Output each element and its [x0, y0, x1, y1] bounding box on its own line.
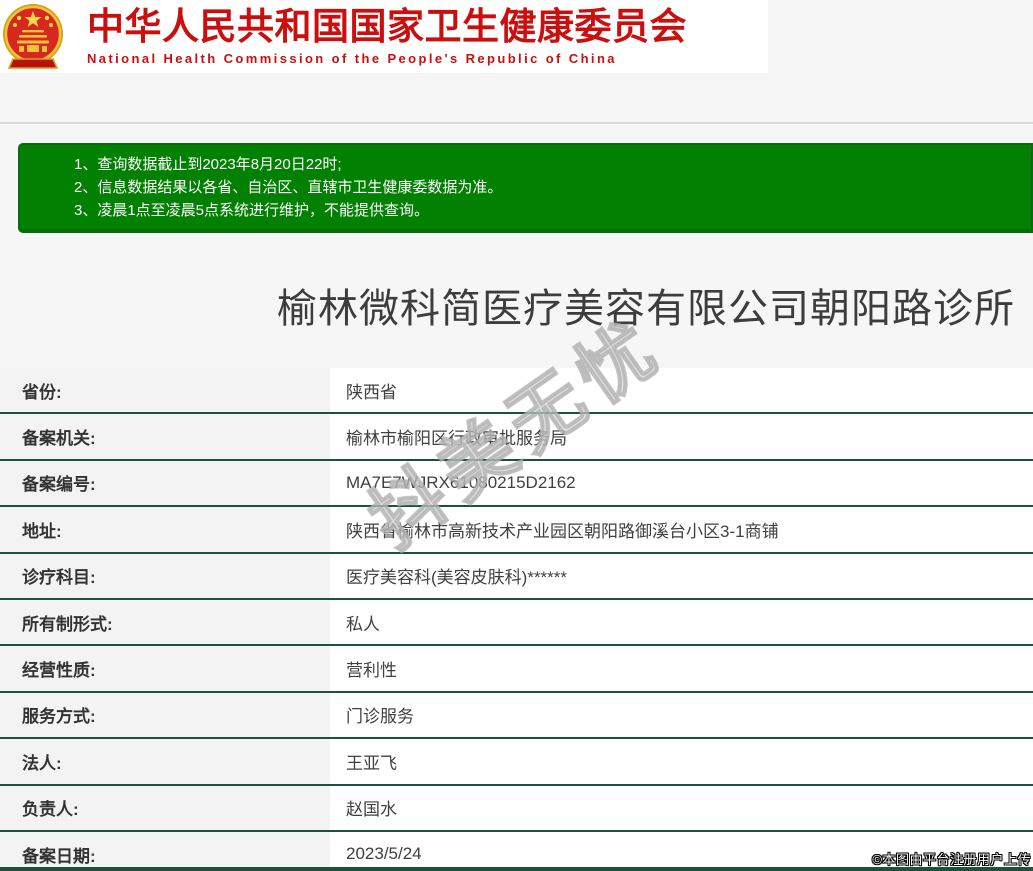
header-titles: 中华人民共和国国家卫生健康委员会 National Health Commiss… [87, 7, 687, 66]
page: 中华人民共和国国家卫生健康委员会 National Health Commiss… [0, 0, 1033, 871]
field-value: 榆林市榆阳区行政审批服务局 [346, 429, 567, 449]
field-label: 服务方式: [0, 692, 330, 738]
field-value: MA7E7WJRX61080215D2162 [346, 472, 576, 492]
notice-line: 2、信息数据结果以各省、自治区、直辖市卫生健康委数据为准。 [74, 179, 503, 196]
field-label: 诊疗科目: [0, 553, 330, 598]
table-row: 法人: 王亚飞 [0, 739, 1033, 786]
field-value: 王亚飞 [346, 753, 397, 773]
table-row: 经营性质: 营利性 [0, 646, 1033, 693]
table-row: 地址: 陕西省榆林市高新技术产业园区朝阳路御溪台小区3-1商铺 [0, 507, 1033, 554]
china-national-emblem-icon [3, 3, 63, 69]
field-label: 省份: [0, 368, 330, 413]
site-title-english: National Health Commission of the People… [87, 50, 617, 66]
site-header[interactable]: 中华人民共和国国家卫生健康委员会 National Health Commiss… [0, 0, 768, 73]
notice-box: 1、查询数据截止到2023年8月20日22时; 2、信息数据结果以各省、自治区、直… [18, 143, 1033, 233]
table-row: 负责人: 赵国水 [0, 785, 1033, 832]
field-value: 赵国水 [346, 800, 397, 820]
record-table: 省份: 陕西省 备案机关: 榆林市榆阳区行政审批服务局 备案编号: MA7E7WJRX61… [0, 368, 1033, 871]
record-title: 榆林微科简医疗美容有限公司朝阳路诊所 [277, 287, 1015, 331]
field-label: 备案机关: [0, 414, 330, 459]
field-value: 门诊服务 [346, 707, 414, 727]
photo-credit-watermark: ©本图由平台注册用户上传 [872, 852, 1031, 867]
notice-line: 3、凌晨1点至凌晨5点系统进行维护，不能提供查询。 [74, 202, 430, 219]
site-title-chinese: 中华人民共和国国家卫生健康委员会 [87, 6, 687, 48]
field-label: 法人: [0, 739, 330, 784]
field-label: 备案日期: [0, 831, 330, 871]
field-value: 私人 [346, 614, 380, 634]
field-label: 地址: [0, 507, 330, 552]
field-label: 所有制形式: [0, 599, 330, 645]
field-value: 陕西省 [346, 382, 397, 402]
field-label: 备案编号: [0, 460, 330, 506]
field-value: 医疗美容科(美容皮肤科)****** [346, 568, 568, 588]
field-label: 经营性质: [0, 646, 330, 691]
table-row: 备案机关: 榆林市榆阳区行政审批服务局 [0, 414, 1033, 461]
table-row: 服务方式: 门诊服务 [0, 692, 1033, 740]
header-divider [0, 122, 1033, 125]
table-row: 诊疗科目: 医疗美容科(美容皮肤科)****** [0, 553, 1033, 600]
table-row: 省份: 陕西省 [0, 368, 1033, 415]
field-label: 负责人: [0, 785, 330, 830]
field-value: 陕西省榆林市高新技术产业园区朝阳路御溪台小区3-1商铺 [346, 521, 779, 541]
field-value: 营利性 [346, 661, 397, 681]
notice-line: 1、查询数据截止到2023年8月20日22时; [74, 156, 342, 173]
table-row: 所有制形式: 私人 [0, 599, 1033, 647]
table-row: 备案编号: MA7E7WJRX61080215D2162 [0, 460, 1033, 508]
